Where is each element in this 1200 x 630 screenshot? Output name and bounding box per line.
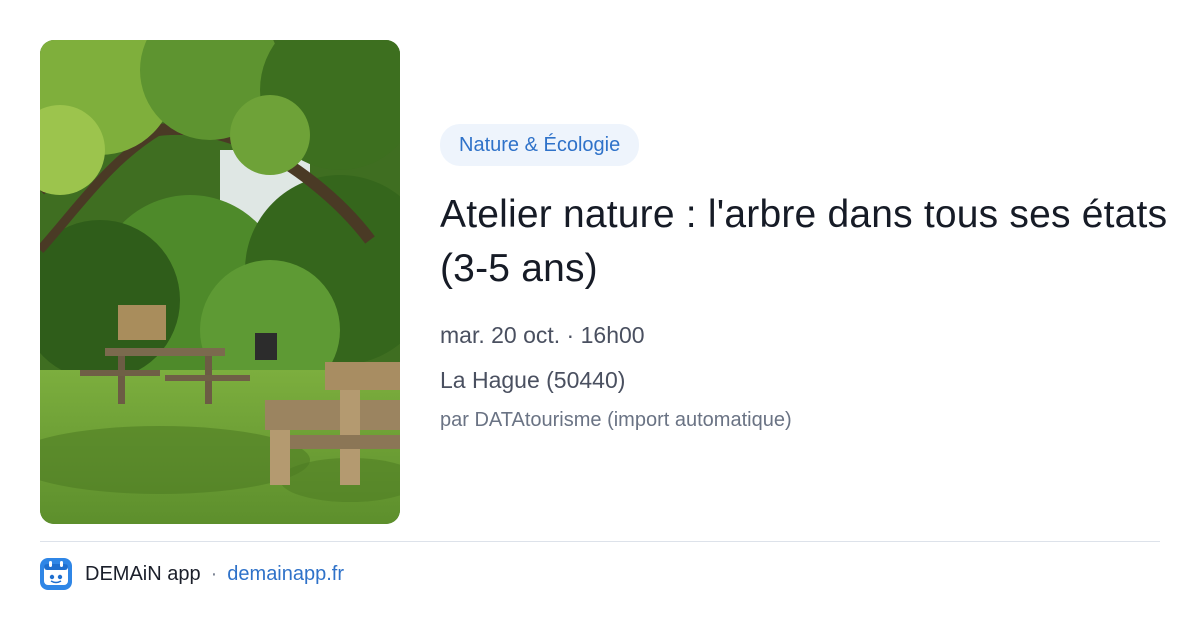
app-name: DEMAiN app — [85, 562, 201, 585]
category-badge[interactable]: Nature & Écologie — [440, 124, 640, 166]
footer-divider — [40, 541, 1160, 542]
event-info: Nature & Écologie Atelier nature : l'arb… — [440, 124, 1170, 432]
park-picnic-photo-icon — [40, 40, 400, 524]
demain-app-icon[interactable] — [40, 558, 72, 590]
event-date-time: mar. 20 oct. · 16h00 — [440, 322, 645, 348]
event-source: par DATAtourisme (import automatique) — [440, 409, 792, 431]
site-link[interactable]: demainapp.fr — [227, 563, 344, 586]
footer-separator: · — [210, 562, 218, 585]
event-location: La Hague (50440) — [440, 367, 626, 393]
footer: DEMAiN app · demainapp.fr — [40, 558, 344, 590]
event-photo[interactable] — [40, 40, 400, 524]
event-title[interactable]: Atelier nature : l'arbre dans tous ses é… — [440, 188, 1170, 296]
